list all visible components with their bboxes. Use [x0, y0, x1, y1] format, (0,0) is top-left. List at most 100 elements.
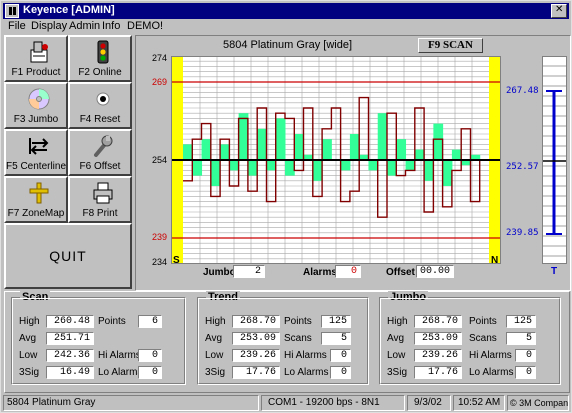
trend-scans-value: 5 — [321, 332, 351, 345]
jumbo-points-label: Points — [469, 316, 497, 327]
online-label: F2 Online — [78, 67, 122, 78]
scan-hi-alarms-label: Hi Alarms — [98, 350, 141, 361]
menu-info[interactable]: Info — [102, 20, 120, 32]
jumbo-lo-alarms-label: Lo Alarms — [469, 367, 514, 378]
scan-high-label: High — [19, 316, 40, 327]
trend-low-label: Low — [205, 350, 224, 361]
gauge-tick-label: 239.85 — [506, 228, 539, 238]
trend-avg-value: 253.09 — [232, 332, 280, 345]
scan-low-label: Low — [19, 350, 38, 361]
avg-deviation-bar — [396, 139, 407, 160]
quit-label: QUIT — [49, 248, 87, 264]
avg-deviation-bar — [349, 134, 360, 160]
scan-button[interactable]: F9 SCAN — [418, 38, 483, 53]
menu-file[interactable]: File — [8, 20, 26, 32]
jumbo-count-label: Jumbo — [203, 267, 236, 278]
trend-scans-label: Scans — [284, 333, 312, 344]
jumbo-high-label: High — [387, 316, 408, 327]
avg-deviation-bar — [183, 144, 193, 160]
jumbo-label: F3 Jumbo — [13, 114, 59, 125]
offset-button[interactable]: F6 Offset — [68, 129, 132, 176]
app-icon[interactable] — [5, 4, 19, 18]
y-tick-label: 239 — [151, 232, 167, 242]
scan-lo-alarms-value: 0 — [138, 366, 162, 379]
avg-deviation-bar — [368, 160, 379, 171]
avg-deviation-bar — [442, 160, 453, 186]
status-copyright: © 3M Company 1998 — [507, 395, 569, 411]
avg-deviation-bar — [433, 123, 444, 160]
avg-deviation-bar — [247, 160, 258, 176]
jumbo-low-value: 239.26 — [414, 349, 462, 362]
avg-deviation-bar — [312, 160, 323, 181]
avg-deviation-bar — [322, 139, 332, 160]
centerline-button[interactable]: F5 Centerline — [4, 129, 68, 176]
zonemap-button[interactable]: F7 ZoneMap — [4, 176, 68, 223]
trend-sig-value: 17.76 — [232, 366, 280, 379]
offset-label: F6 Offset — [79, 161, 121, 172]
jumbo-lo-alarms-value: 0 — [515, 366, 536, 379]
avg-deviation-bar — [229, 160, 240, 171]
status-time: 10:52 AM — [453, 395, 505, 411]
avg-deviation-bar — [377, 113, 388, 160]
trend-group: Trend High 268.70 Avg 253.09 Low 239.26 … — [197, 291, 369, 385]
y-tick-label: 254 — [151, 155, 167, 165]
avg-deviation-bar — [294, 134, 305, 160]
close-button[interactable] — [551, 4, 567, 18]
title-bar: Keyence [ADMIN] — [3, 3, 569, 19]
y-tick-label: 269 — [151, 77, 167, 87]
y-tick-label: 274 — [151, 53, 167, 63]
menu-display[interactable]: Display — [31, 20, 67, 32]
trend-points-label: Points — [284, 316, 312, 327]
trend-hi-alarms-label: Hi Alarms — [284, 350, 327, 361]
scan-group: Scan High 260.48 Avg 251.71 Low 242.36 3… — [11, 291, 186, 385]
alarms-count-value: 0 — [335, 265, 361, 278]
gauge-tick-label: 252.57 — [506, 162, 539, 172]
avg-deviation-bar — [414, 149, 425, 160]
end-marker: N — [491, 255, 498, 264]
print-label: F8 Print — [82, 208, 118, 219]
zonemap-label: F7 ZoneMap — [7, 208, 65, 219]
scan-lo-alarms-label: Lo Alarms — [98, 367, 143, 378]
reset-button[interactable]: F4 Reset — [68, 82, 132, 129]
avg-deviation-bar — [387, 160, 397, 176]
alarms-count-label: Alarms — [303, 267, 337, 278]
trend-avg-label: Avg — [205, 333, 223, 344]
online-button[interactable]: F2 Online — [68, 35, 132, 82]
jumbo-points-value: 125 — [506, 315, 536, 328]
scan-high-value: 260.48 — [46, 315, 94, 328]
scan-hi-alarms-value: 0 — [138, 349, 162, 362]
jumbo-group-title: Jumbo — [388, 291, 429, 303]
status-bar: 5804 Platinum Gray COM1 - 19200 bps - 8N… — [3, 395, 569, 411]
avg-deviation-bar — [220, 144, 230, 160]
trend-lo-alarms-value: 0 — [330, 366, 351, 379]
offset-value-label: Offset — [386, 267, 415, 278]
menu-admin[interactable]: Admin — [69, 20, 100, 32]
status-comm: COM1 - 19200 bps - 8N1 — [261, 395, 405, 411]
jumbo-low-label: Low — [387, 350, 406, 361]
offset-value-field[interactable]: 00.00 — [416, 265, 454, 278]
trend-high-value: 268.70 — [232, 315, 280, 328]
menu-demo[interactable]: DEMO! — [127, 20, 163, 32]
trend-lo-alarms-label: Lo Alarms — [284, 367, 329, 378]
profile-chart: SN — [171, 56, 501, 264]
wrench-icon — [94, 135, 113, 157]
trend-hi-alarms-value: 0 — [330, 349, 351, 362]
avg-deviation-bar — [238, 113, 249, 160]
jumbo-button[interactable]: F3 Jumbo — [4, 82, 68, 129]
trend-sig-label: 3Sig — [205, 367, 226, 378]
trend-group-title: Trend — [206, 291, 240, 303]
status-date: 9/3/02 — [407, 395, 451, 411]
centerline-label: F5 Centerline — [6, 161, 67, 172]
print-button[interactable]: F8 Print — [68, 176, 132, 223]
product-button[interactable]: F1 Product — [4, 35, 68, 82]
avg-deviation-bar — [275, 118, 286, 160]
window-title: Keyence [ADMIN] — [23, 4, 115, 16]
reset-label: F4 Reset — [79, 114, 121, 125]
menu-bar: File Display Admin Info DEMO! — [3, 20, 569, 34]
quit-button[interactable]: QUIT — [4, 223, 132, 289]
avg-deviation-bar — [201, 139, 212, 160]
start-marker: S — [173, 255, 180, 264]
jumbo-avg-label: Avg — [387, 333, 405, 344]
jumbo-high-value: 268.70 — [414, 315, 462, 328]
scan-avg-value: 251.71 — [46, 332, 94, 345]
